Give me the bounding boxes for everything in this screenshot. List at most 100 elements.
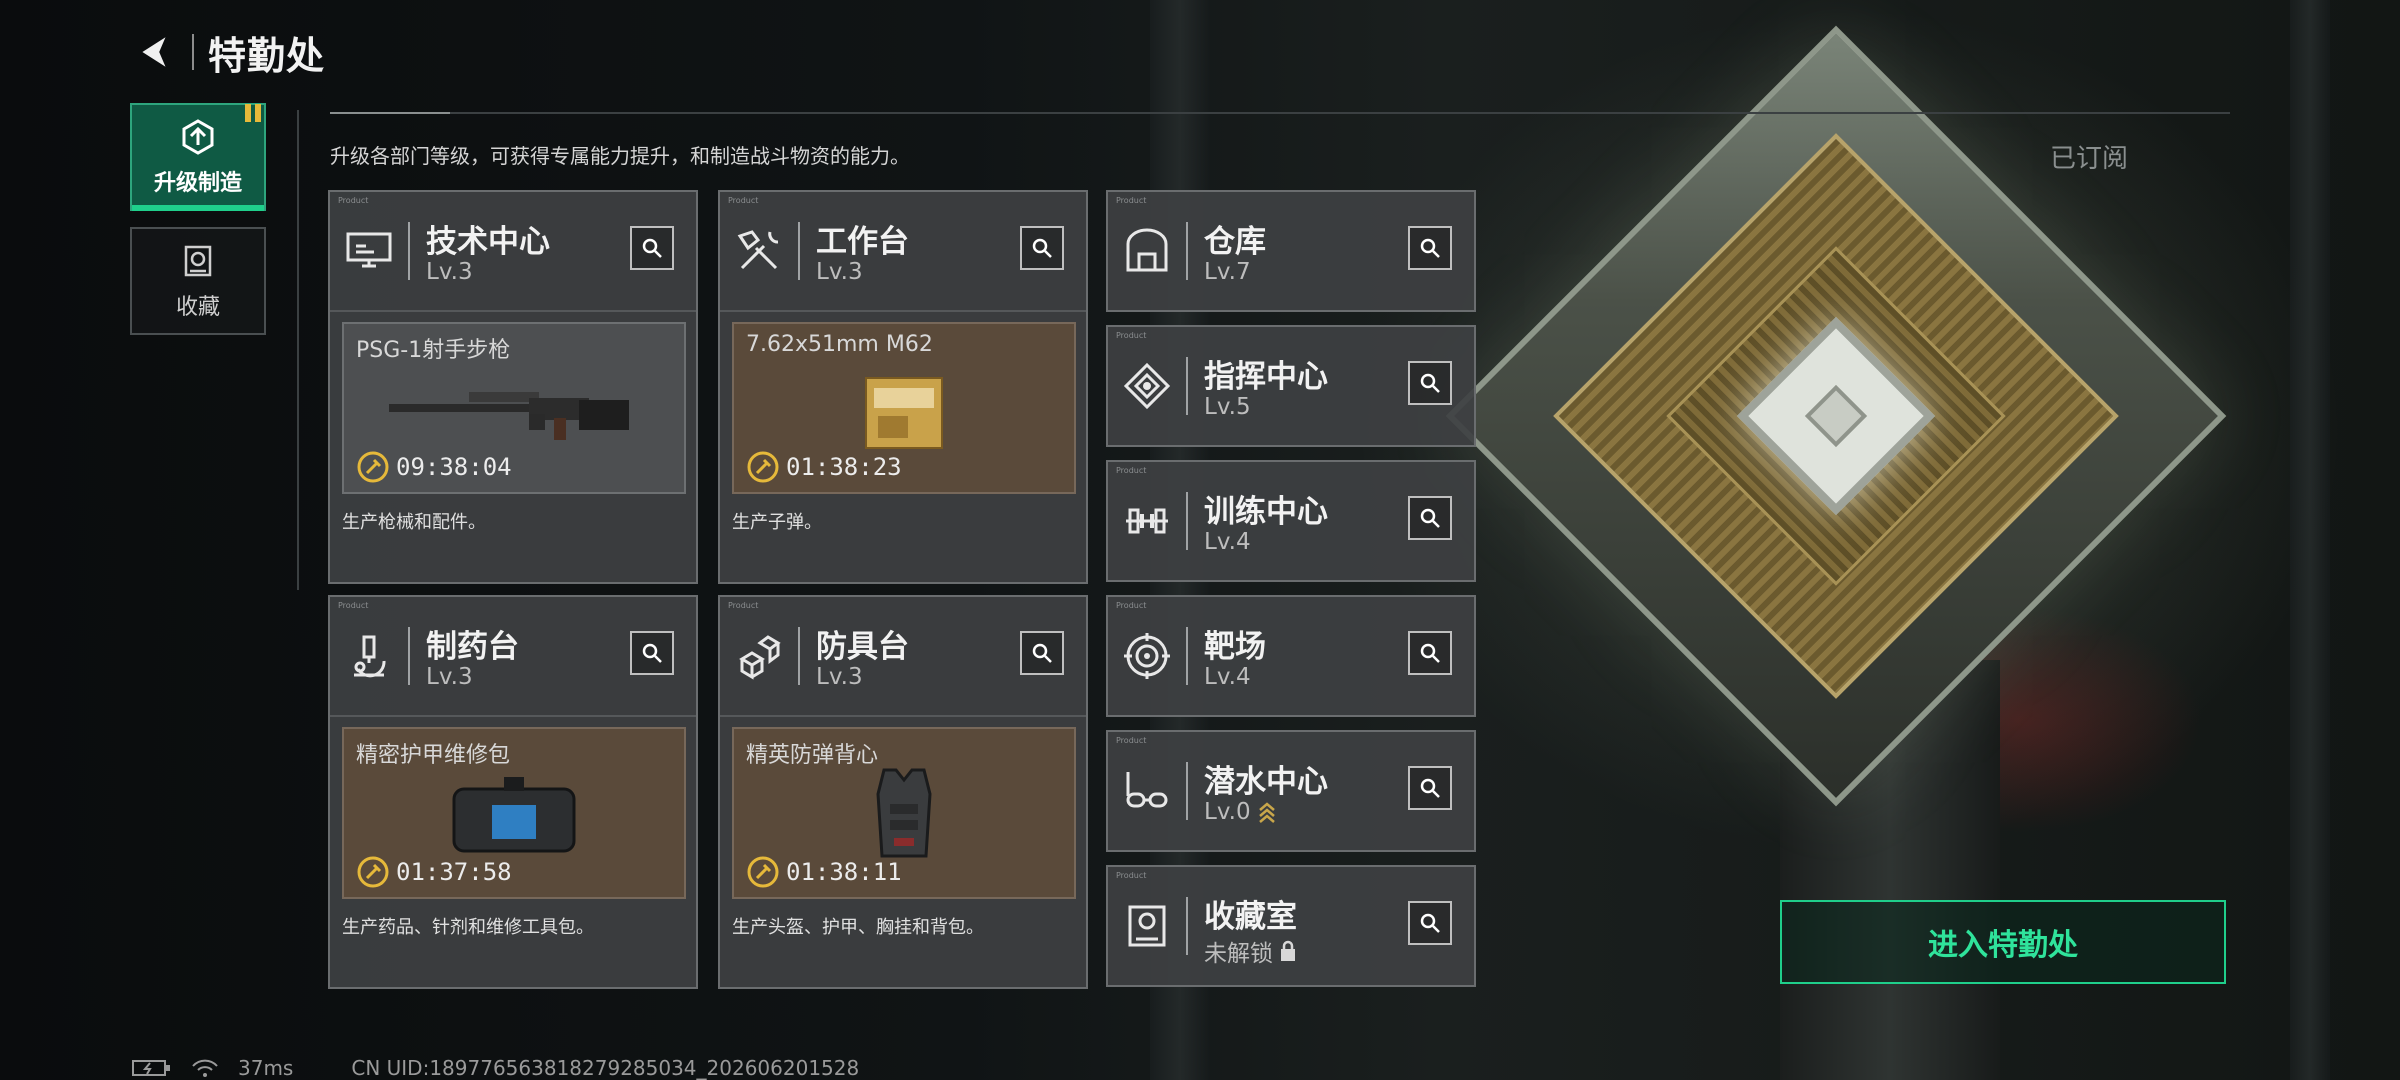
facility-level-row: 未解锁 <box>1204 934 1297 968</box>
facility-card-command-center[interactable]: Product 指挥中心 Lv.5 <box>1106 325 1476 447</box>
dumbbell-icon <box>1126 508 1168 534</box>
facility-level: Lv.3 <box>426 664 473 690</box>
uid-text: CN UID:18977656381827928503​4_2026062015… <box>351 1056 860 1080</box>
search-button[interactable] <box>1408 361 1452 405</box>
goggles-icon <box>1126 772 1168 808</box>
facility-card-collection-room[interactable]: Product 收藏室 未解锁 <box>1106 865 1476 987</box>
search-button[interactable] <box>630 631 674 675</box>
search-button[interactable] <box>1408 496 1452 540</box>
search-icon <box>642 643 662 663</box>
facility-card-diving-center[interactable]: Product 潜水中心 Lv.0 <box>1106 730 1476 852</box>
facility-card-shooting-range[interactable]: Product 靶场 Lv.4 <box>1106 595 1476 717</box>
tab-label: 升级制造 <box>153 171 242 196</box>
search-button[interactable] <box>1408 901 1452 945</box>
facility-name: 收藏室 <box>1204 899 1297 935</box>
search-icon <box>1420 778 1440 798</box>
facility-card-tech-center[interactable]: Product 技术中心 Lv.3 PSG-1射手步枪 09:38:04 生产枪… <box>328 190 698 584</box>
target-icon <box>1124 633 1170 679</box>
search-button[interactable] <box>1408 766 1452 810</box>
facility-name: 制药台 <box>426 629 519 665</box>
search-button[interactable] <box>1020 226 1064 270</box>
facility-lock-status: 未解锁 <box>1204 941 1273 967</box>
wrench-timer-icon <box>357 856 389 888</box>
production-timer: 01:38:23 <box>746 450 902 484</box>
production-slot[interactable]: 精英防弹背心 01:38:11 <box>732 727 1076 899</box>
product-name: 精密护甲维修包 <box>356 743 511 768</box>
rifle-image <box>344 364 684 454</box>
header-divider <box>192 34 194 70</box>
facility-card-training-center[interactable]: Product 训练中心 Lv.4 <box>1106 460 1476 582</box>
facility-card-warehouse[interactable]: Product 仓库 Lv.7 <box>1106 190 1476 312</box>
facility-name: 训练中心 <box>1204 494 1328 530</box>
page-header: 特勤处 <box>130 22 325 82</box>
back-arrow-icon <box>142 37 166 67</box>
timer-value: 01:38:23 <box>786 453 902 481</box>
facility-name: 工作台 <box>816 224 909 260</box>
command-icon <box>1123 362 1171 410</box>
enter-special-ops-button[interactable]: 进入特勤处 <box>1780 900 2226 984</box>
production-slot[interactable]: 精密护甲维修包 01:37:58 <box>342 727 686 899</box>
search-icon <box>1420 913 1440 933</box>
production-slot[interactable]: 7.62x51mm M62 01:38:23 <box>732 322 1076 494</box>
collection-icon <box>184 245 212 277</box>
facility-level: Lv.3 <box>816 664 863 690</box>
product-description: 生产头盔、护甲、胸挂和背包。 <box>732 917 984 938</box>
wrench-timer-icon <box>747 856 779 888</box>
search-icon <box>1420 508 1440 528</box>
facility-level: Lv.3 <box>816 259 863 285</box>
facility-level: Lv.3 <box>426 259 473 285</box>
search-icon <box>1420 373 1440 393</box>
product-description: 生产枪械和配件。 <box>342 512 486 533</box>
wifi-icon <box>192 1059 218 1077</box>
search-icon <box>1032 238 1052 258</box>
search-button[interactable] <box>1408 631 1452 675</box>
facility-card-armor-bench[interactable]: Product 防具台 Lv.3 精英防弹背心 01:38:11 生产头盔、护甲… <box>718 595 1088 989</box>
facility-level: Lv.0 <box>1204 799 1251 825</box>
product-description: 生产子弹。 <box>732 512 822 533</box>
facility-name: 仓库 <box>1204 224 1266 260</box>
warehouse-icon <box>1126 228 1168 272</box>
search-icon <box>1420 238 1440 258</box>
facility-level: Lv.4 <box>1204 664 1251 690</box>
lock-icon <box>1281 940 1295 961</box>
product-name: 7.62x51mm M62 <box>746 332 933 357</box>
back-button[interactable] <box>130 27 180 77</box>
pause-icon[interactable] <box>245 104 265 122</box>
timer-value: 01:37:58 <box>396 858 512 886</box>
ping-value: 37ms <box>238 1056 294 1080</box>
subscribed-label: 已订阅 <box>2050 144 2129 174</box>
facility-card-workbench[interactable]: Product 工作台 Lv.3 7.62x51mm M62 01:38:23 <box>718 190 1088 584</box>
microscope-icon <box>354 635 386 678</box>
frame-line <box>297 110 299 590</box>
tab-label: 收藏 <box>175 295 220 320</box>
facility-name: 指挥中心 <box>1204 359 1328 395</box>
frame-line <box>330 112 2230 114</box>
repair-kit-image <box>344 769 684 859</box>
timer-value: 09:38:04 <box>396 453 512 481</box>
collection-icon <box>1128 905 1166 947</box>
page-title: 特勤处 <box>208 33 326 78</box>
product-name: 精英防弹背心 <box>746 743 879 768</box>
battery-icon <box>132 1060 170 1076</box>
facility-card-pharmacy[interactable]: Product 制药台 Lv.3 精密护甲维修包 01:37:58 生产药品、针… <box>328 595 698 989</box>
facility-name: 潜水中心 <box>1204 764 1328 800</box>
search-button[interactable] <box>630 226 674 270</box>
monitor-icon <box>346 232 392 268</box>
armor-blocks-icon <box>739 635 781 680</box>
wrench-timer-icon <box>357 451 389 483</box>
search-button[interactable] <box>1408 226 1452 270</box>
facility-name: 技术中心 <box>426 224 550 260</box>
search-icon <box>642 238 662 258</box>
search-icon <box>1032 643 1052 663</box>
search-button[interactable] <box>1020 631 1064 675</box>
production-slot[interactable]: PSG-1射手步枪 09:38:04 <box>342 322 686 494</box>
facility-level: Lv.4 <box>1204 529 1251 555</box>
tools-icon <box>737 230 779 270</box>
tab-collection[interactable]: 收藏 <box>130 227 266 335</box>
production-timer: 09:38:04 <box>356 450 512 484</box>
page-description: 升级各部门等级，可获得专属能力提升，和制造战斗物资的能力。 <box>330 144 910 168</box>
product-name: PSG-1射手步枪 <box>356 338 511 363</box>
facility-level: Lv.5 <box>1204 394 1251 420</box>
facility-name: 防具台 <box>816 629 909 665</box>
facility-level: Lv.7 <box>1204 259 1251 285</box>
